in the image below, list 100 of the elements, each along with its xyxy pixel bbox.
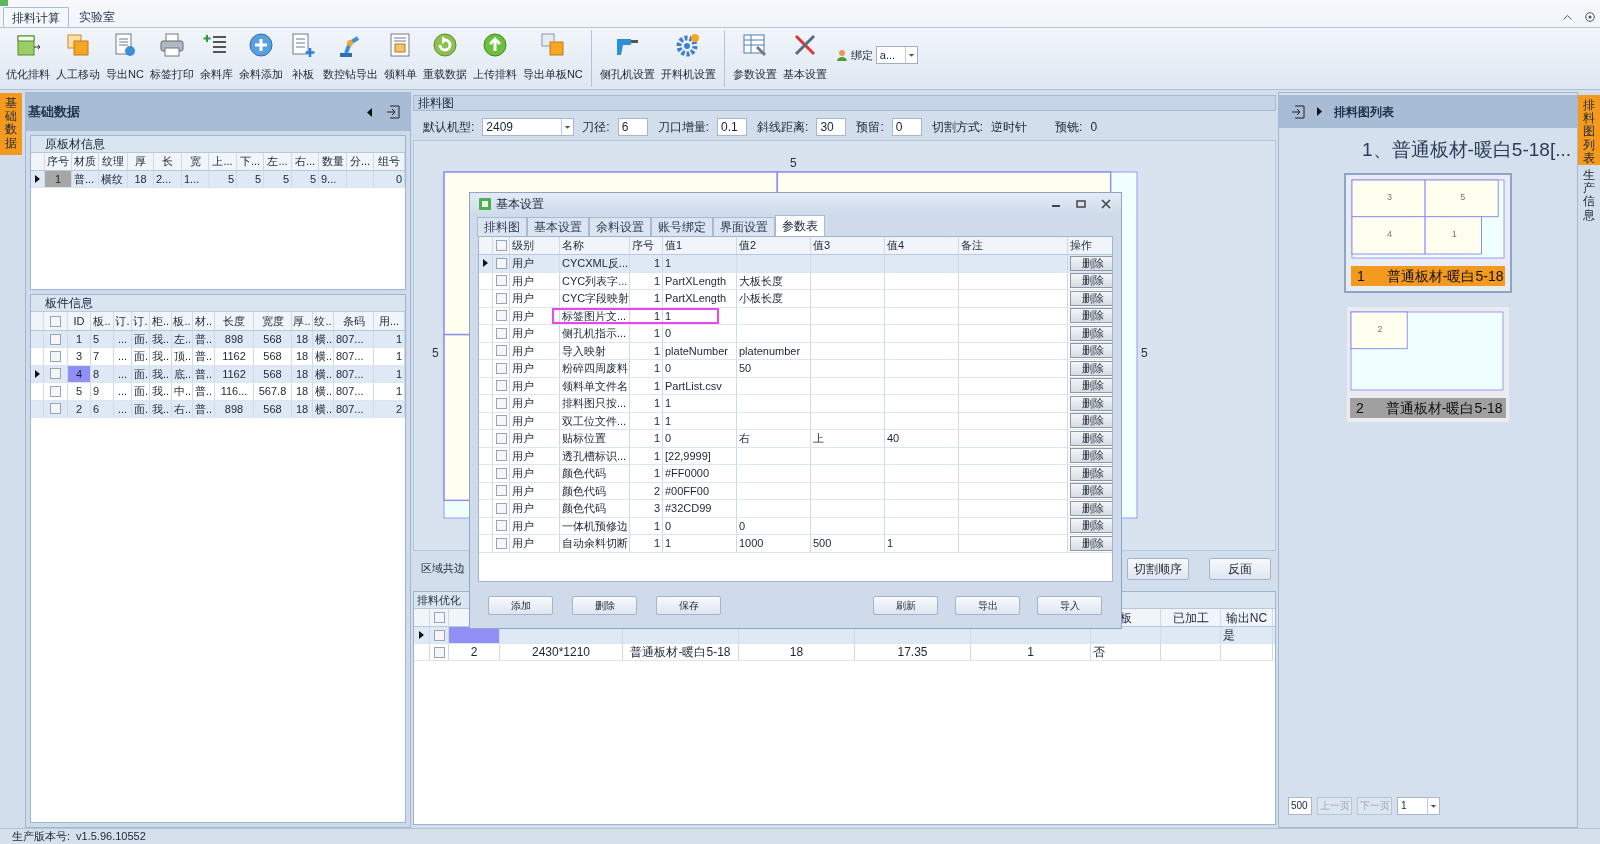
column-header[interactable]: 右...: [292, 153, 319, 170]
dialog-tab[interactable]: 账号绑定: [651, 217, 713, 236]
checkbox[interactable]: [433, 629, 445, 641]
expand-icon[interactable]: [1317, 107, 1322, 116]
table-row[interactable]: 用户 颜色代码 1 #FF0000 删除: [479, 465, 1112, 483]
delete-button[interactable]: 删除: [1070, 430, 1112, 446]
column-header[interactable]: 备注: [959, 237, 1068, 254]
column-header[interactable]: 长度: [215, 312, 254, 330]
toolbar-button[interactable]: 导出单板NC: [519, 28, 586, 89]
checkbox[interactable]: [495, 327, 507, 339]
column-header[interactable]: ID: [68, 312, 91, 330]
checkbox[interactable]: [50, 315, 61, 327]
column-header[interactable]: 用...: [374, 312, 405, 330]
checkbox[interactable]: [495, 537, 507, 549]
table-row[interactable]: 1 5 ... 面. 我.. 左.. 普.. 898 568 18 横.. 807... 1: [31, 331, 405, 349]
table-row[interactable]: 用户 CYCXML反... 1 1 删除: [479, 255, 1112, 273]
checkbox[interactable]: [495, 362, 507, 374]
delete-button[interactable]: 删除: [1070, 535, 1112, 551]
ribbon-tab[interactable]: 排料计算: [3, 7, 69, 27]
table-row[interactable]: 用户 自动余料切断 1 1 1000 500 1 删除: [479, 535, 1112, 553]
delete-button[interactable]: 删除: [1070, 290, 1112, 306]
input-field[interactable]: 6: [617, 118, 648, 136]
table-row[interactable]: 用户 侧孔机指示... 1 0 删除: [479, 325, 1112, 343]
close-icon[interactable]: [1101, 199, 1111, 209]
column-header[interactable]: 条码: [334, 312, 374, 330]
column-header[interactable]: 值3: [811, 237, 885, 254]
delete-button[interactable]: 删除: [1070, 483, 1112, 499]
checkbox[interactable]: [50, 403, 61, 415]
table-row[interactable]: 用户 颜色代码 3 #32CD99 删除: [479, 500, 1112, 518]
button[interactable]: 导入: [1037, 595, 1102, 615]
column-header[interactable]: 订.: [114, 312, 132, 330]
delete-button[interactable]: 删除: [1070, 255, 1112, 271]
checkbox[interactable]: [495, 415, 507, 427]
checkbox[interactable]: [50, 385, 61, 397]
column-header[interactable]: 材质: [72, 153, 99, 170]
column-header[interactable]: 订.: [132, 312, 150, 330]
column-header[interactable]: 序号: [45, 153, 72, 170]
toolbar-button[interactable]: 数控钻导出: [319, 28, 381, 89]
toolbar-button[interactable]: 基本设置: [779, 28, 830, 89]
toolbar-button[interactable]: 导出NC: [103, 28, 147, 89]
button[interactable]: 切割顺序: [1127, 557, 1189, 580]
table-row[interactable]: 用户 粉碎四周废料 1 0 50 删除: [479, 360, 1112, 378]
table-row[interactable]: 1 普... 横纹 18 2... 1... 5 5 5 5 9... 0: [31, 171, 405, 188]
delete-button[interactable]: 删除: [1070, 308, 1112, 324]
side-tab[interactable]: 基础数据: [0, 93, 22, 155]
delete-button[interactable]: 删除: [1070, 448, 1112, 464]
toolbar-button[interactable]: 领料单: [380, 28, 420, 89]
button[interactable]: 导出: [955, 595, 1020, 615]
column-header[interactable]: 值1: [663, 237, 737, 254]
toolbar-button[interactable]: 侧孔机设置: [596, 28, 658, 89]
delete-button[interactable]: 删除: [1070, 518, 1112, 534]
table-row[interactable]: 是: [414, 627, 1275, 644]
button[interactable]: 删除: [572, 595, 637, 615]
checkbox[interactable]: [495, 432, 507, 444]
table-row[interactable]: 5 9 ... 面. 我.. 中.. 普.. 116... 567.8 18 横.. 807... 1: [31, 383, 405, 401]
input-field[interactable]: 30: [816, 118, 847, 136]
delete-button[interactable]: 删除: [1070, 465, 1112, 481]
column-header[interactable]: 级别: [510, 237, 560, 254]
button[interactable]: 反面: [1209, 557, 1271, 580]
table-row[interactable]: 用户 贴标位置 1 0 右 上 40 删除: [479, 430, 1112, 448]
checkbox[interactable]: [50, 333, 61, 345]
column-header[interactable]: 宽: [182, 153, 209, 170]
column-header[interactable]: 柜..: [150, 312, 172, 330]
checkbox[interactable]: [495, 380, 507, 392]
column-header[interactable]: 操作: [1068, 237, 1112, 254]
table-row[interactable]: 2 2430*1210 普通板材-暖白5-18 18 17.35 1 否: [414, 644, 1275, 661]
table-row[interactable]: 3 7 ... 面. 我.. 顶.. 普.. 1162 568 18 横.. 807... 1: [31, 348, 405, 366]
column-header[interactable]: 材..: [193, 312, 215, 330]
column-header[interactable]: 下...: [237, 153, 264, 170]
checkbox[interactable]: [495, 467, 507, 479]
side-tab[interactable]: 排料图列表: [1578, 95, 1600, 165]
column-header[interactable]: 长: [154, 153, 182, 170]
delete-button[interactable]: 删除: [1070, 360, 1112, 376]
dialog-tab[interactable]: 基本设置: [527, 217, 589, 236]
column-header[interactable]: 厚: [128, 153, 154, 170]
column-header[interactable]: 已加工: [1161, 609, 1221, 626]
checkbox[interactable]: [495, 450, 507, 462]
delete-button[interactable]: 删除: [1070, 343, 1112, 359]
help-icon[interactable]: [1585, 12, 1595, 22]
column-header[interactable]: 序号: [630, 237, 663, 254]
column-header[interactable]: 名称: [560, 237, 630, 254]
column-header[interactable]: 板..: [172, 312, 193, 330]
maximize-icon[interactable]: [1076, 199, 1086, 209]
page-dropdown[interactable]: 1: [1397, 796, 1440, 815]
checkbox[interactable]: [433, 612, 445, 623]
dialog-tab[interactable]: 界面设置: [713, 217, 775, 236]
dialog-tab[interactable]: 参数表: [775, 215, 825, 236]
checkbox[interactable]: [495, 485, 507, 497]
checkbox[interactable]: [50, 368, 61, 380]
table-row[interactable]: 用户 CYC字段映射 1 PartXLength 小板长度 删除: [479, 290, 1112, 308]
checkbox[interactable]: [495, 275, 507, 287]
delete-button[interactable]: 删除: [1070, 500, 1112, 516]
checkbox[interactable]: [495, 257, 507, 269]
bind-dropdown[interactable]: a...: [875, 46, 918, 64]
checkbox[interactable]: [495, 345, 507, 357]
toolbar-button[interactable]: 开料机设置: [657, 28, 719, 89]
button[interactable]: 刷新: [873, 595, 938, 615]
toolbar-button[interactable]: 上传排料: [469, 28, 520, 89]
toolbar-button[interactable]: 参数设置: [729, 28, 780, 89]
button[interactable]: 添加: [488, 595, 553, 615]
